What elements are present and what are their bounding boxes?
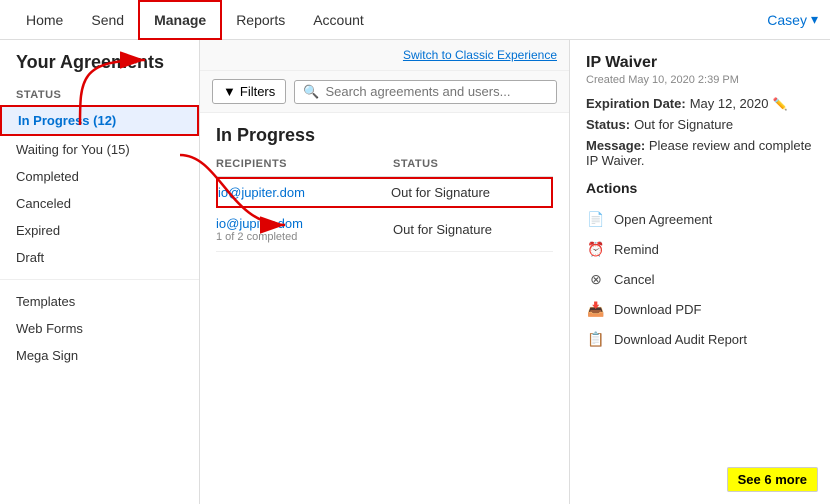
- agreement-row-1[interactable]: io@jupiter.dom Out for Signature: [216, 177, 553, 208]
- user-menu[interactable]: Casey: [767, 11, 818, 28]
- nav-home[interactable]: Home: [12, 0, 77, 40]
- sidebar-item-canceled[interactable]: Canceled: [0, 190, 199, 217]
- action-download-audit[interactable]: 📋 Download Audit Report: [586, 324, 814, 354]
- expiration-label: Expiration Date:: [586, 96, 686, 111]
- detail-title: IP Waiver: [586, 54, 814, 72]
- row-email-1: io@jupiter.dom: [218, 185, 391, 200]
- main-layout: Your Agreements STATUS In Progress (12) …: [0, 40, 830, 504]
- nav-reports[interactable]: Reports: [222, 0, 299, 40]
- open-agreement-icon: 📄: [586, 209, 606, 229]
- sidebar-item-waiting[interactable]: Waiting for You (15): [0, 136, 199, 163]
- search-input[interactable]: [325, 84, 548, 99]
- action-download-pdf[interactable]: 📥 Download PDF: [586, 294, 814, 324]
- see-more-button[interactable]: See 6 more: [727, 467, 818, 492]
- edit-icon[interactable]: ✏️: [772, 97, 787, 111]
- center-header: Switch to Classic Experience: [200, 40, 569, 71]
- sidebar-item-completed[interactable]: Completed: [0, 163, 199, 190]
- action-remind[interactable]: ⏰ Remind: [586, 234, 814, 264]
- sidebar-item-webforms[interactable]: Web Forms: [0, 315, 199, 342]
- detail-expiration-row: Expiration Date: May 12, 2020 ✏️: [586, 96, 814, 111]
- filter-label: Filters: [240, 84, 275, 99]
- right-panel: IP Waiver Created May 10, 2020 2:39 PM E…: [570, 40, 830, 504]
- agreement-row-2[interactable]: io@jupiter.dom 1 of 2 completed Out for …: [216, 208, 553, 252]
- remind-label: Remind: [614, 242, 659, 257]
- status-label: Status:: [586, 117, 630, 132]
- download-pdf-icon: 📥: [586, 299, 606, 319]
- row-status-1: Out for Signature: [391, 185, 551, 200]
- message-label: Message:: [586, 138, 645, 153]
- center-panel: Switch to Classic Experience ▼ Filters 🔍…: [200, 40, 570, 504]
- sidebar-item-draft[interactable]: Draft: [0, 244, 199, 271]
- sidebar-item-templates[interactable]: Templates: [0, 288, 199, 315]
- sidebar-item-expired[interactable]: Expired: [0, 217, 199, 244]
- sidebar-item-megasign[interactable]: Mega Sign: [0, 342, 199, 369]
- sidebar-divider: [0, 279, 199, 280]
- filter-icon: ▼: [223, 84, 236, 99]
- col-header-recipients: RECIPIENTS: [216, 158, 393, 170]
- top-navigation: Home Send Manage Reports Account Casey: [0, 0, 830, 40]
- actions-title: Actions: [586, 180, 814, 196]
- download-audit-icon: 📋: [586, 329, 606, 349]
- detail-created: Created May 10, 2020 2:39 PM: [586, 74, 814, 86]
- detail-message-row: Message: Please review and complete IP W…: [586, 138, 814, 168]
- sidebar-title: Your Agreements: [0, 52, 199, 81]
- sidebar-item-in-progress[interactable]: In Progress (12): [0, 105, 199, 136]
- remind-icon: ⏰: [586, 239, 606, 259]
- switch-classic-link[interactable]: Switch to Classic Experience: [403, 48, 557, 62]
- open-agreement-label: Open Agreement: [614, 212, 712, 227]
- sidebar: Your Agreements STATUS In Progress (12) …: [0, 40, 200, 504]
- detail-status-row: Status: Out for Signature: [586, 117, 814, 132]
- nav-account[interactable]: Account: [299, 0, 378, 40]
- cancel-label: Cancel: [614, 272, 654, 287]
- download-pdf-label: Download PDF: [614, 302, 701, 317]
- row-email-2: io@jupiter.dom 1 of 2 completed: [216, 216, 393, 243]
- table-header: RECIPIENTS STATUS: [216, 158, 553, 177]
- nav-manage[interactable]: Manage: [138, 0, 222, 40]
- status-value: Out for Signature: [634, 117, 733, 132]
- search-bar[interactable]: 🔍: [294, 80, 557, 104]
- row-status-2: Out for Signature: [393, 222, 553, 237]
- nav-send[interactable]: Send: [77, 0, 138, 40]
- cancel-icon: ⊗: [586, 269, 606, 289]
- filter-button[interactable]: ▼ Filters: [212, 79, 286, 104]
- action-open-agreement[interactable]: 📄 Open Agreement: [586, 204, 814, 234]
- col-header-status: STATUS: [393, 158, 553, 170]
- download-audit-label: Download Audit Report: [614, 332, 747, 347]
- section-title: In Progress: [216, 125, 553, 146]
- center-content: In Progress RECIPIENTS STATUS io@jupiter…: [200, 113, 569, 504]
- action-cancel[interactable]: ⊗ Cancel: [586, 264, 814, 294]
- search-icon: 🔍: [303, 84, 319, 100]
- toolbar-row: ▼ Filters 🔍: [200, 71, 569, 113]
- status-section-label: STATUS: [0, 81, 199, 105]
- expiration-value: May 12, 2020: [690, 96, 769, 111]
